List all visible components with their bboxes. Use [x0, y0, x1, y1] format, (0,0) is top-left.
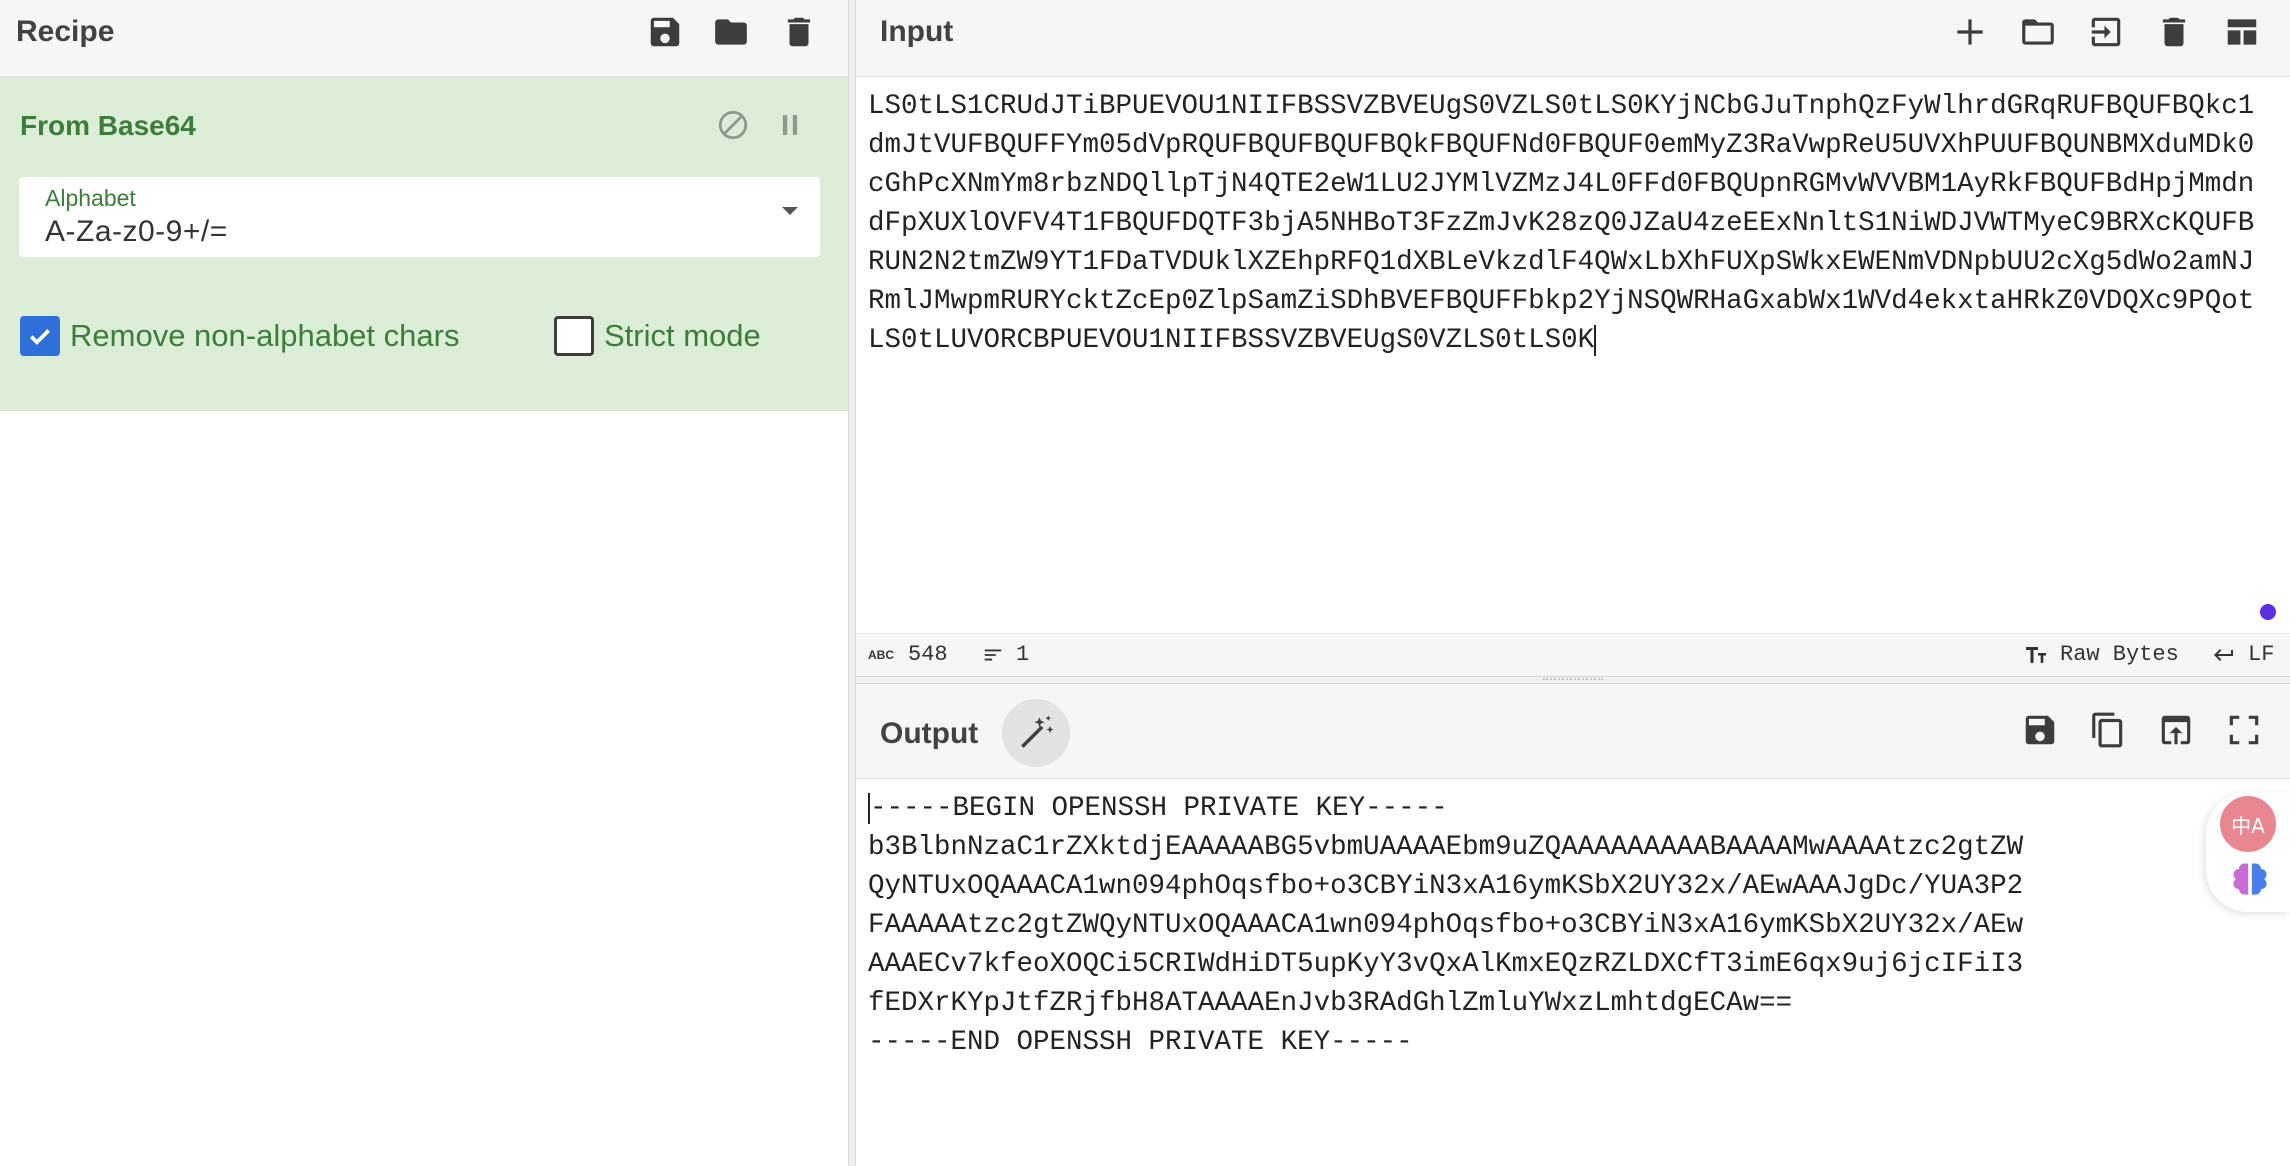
alphabet-value: A-Za-z0-9+/= [45, 215, 228, 248]
output-line: AAAECv7kfeoXOQCi5CRIWdHiDT5upKyY3vQxAlKm… [868, 949, 2024, 980]
input-status-bar: ABC 548 1 Raw Bytes LF [856, 633, 2290, 676]
disable-operation-button[interactable] [713, 105, 753, 145]
plus-icon [1957, 19, 1983, 45]
text-format-icon [2026, 647, 2046, 663]
output-line: QyNTUxOQAAACA1wn094phOqsfbo+o3CBYiN3xA16… [868, 871, 2024, 902]
folder-icon [715, 19, 747, 45]
input-line: RUN2N2tmZW9YT1FDaTVDUklXZEhpRFQ1dXBLeVkz… [868, 247, 2255, 278]
input-line: cGhPcXNmYm8rbzNDQllpTjN4QTE2eW1LU2JYMlVZ… [868, 169, 2255, 200]
operation-from-base64[interactable]: From Base64 Alphabet A-Za-z0-9+/= Remove… [0, 77, 848, 411]
abc-icon: ABC [868, 648, 894, 662]
breakpoint-button[interactable] [770, 105, 810, 145]
magic-button[interactable] [1002, 699, 1070, 767]
alphabet-select[interactable]: Alphabet A-Za-z0-9+/= [19, 177, 820, 257]
brain-icon[interactable] [2228, 858, 2272, 902]
eol-selector[interactable]: LF [2210, 642, 2274, 668]
output-panel: Output -----BEGIN OPENSSH PRIVATE KEY---… [856, 684, 2290, 1166]
maximise-output-button[interactable] [2220, 706, 2268, 754]
length-stat: ABC 548 [868, 642, 948, 668]
output-text: -----BEGIN OPENSSH PRIVATE KEY----- b3Bl… [868, 789, 2023, 1062]
alphabet-label: Alphabet [45, 185, 136, 211]
save-output-button[interactable] [2016, 706, 2064, 754]
trash-icon [787, 17, 811, 47]
add-input-tab-button[interactable] [1946, 8, 1994, 56]
splitter-grip [1543, 678, 1603, 682]
output-line: b3BlbnNzaC1rZXktdjEAAAAABG5vbmUAAAAEbm9u… [868, 832, 2024, 863]
lines-icon [984, 649, 1002, 661]
text-cursor [1594, 325, 1597, 356]
input-textarea[interactable]: LS0tLS1CRUdJTiBPUEVOU1NIIFBSSVZBVEUgS0VZ… [856, 77, 2290, 633]
replace-input-icon [2161, 715, 2191, 745]
lines-value: 1 [1016, 642, 1030, 667]
reset-layout-button[interactable] [2218, 8, 2266, 56]
clear-input-button[interactable] [2150, 8, 2198, 56]
input-panel: Input LS0tLS1CRUdJTiBPUEVOU1NIIFBSSVZBVE… [856, 0, 2290, 676]
layout-icon [2227, 19, 2257, 45]
clear-recipe-button[interactable] [777, 10, 821, 54]
input-text: LS0tLS1CRUdJTiBPUEVOU1NIIFBSSVZBVEUgS0VZ… [868, 87, 2280, 360]
extension-floating-toolbar: 中A [2206, 792, 2290, 912]
length-value: 548 [908, 642, 948, 667]
input-title: Input [880, 15, 954, 48]
copy-output-button[interactable] [2084, 706, 2132, 754]
translate-icon[interactable]: 中A [2220, 796, 2276, 852]
strict-mode-label: Strict mode [604, 318, 761, 353]
output-line: -----END OPENSSH PRIVATE KEY----- [868, 1027, 1413, 1058]
checkbox-checked-icon [20, 316, 60, 356]
open-file-button[interactable] [2082, 8, 2130, 56]
recipe-title: Recipe [16, 15, 115, 48]
input-line: dmJtVUFBQUFFYm05dVpRQUFBQUFBQUFBQkFBQUFN… [868, 130, 2255, 161]
cyberchef-app: Recipe From Base64 Alphabet A-Za-z0-9+/= [0, 0, 2290, 1166]
pause-icon [782, 115, 798, 135]
recipe-panel: Recipe From Base64 Alphabet A-Za-z0-9+/= [0, 0, 848, 1166]
output-line: FAAAAAtzc2gtZWQyNTUxOQAAACA1wn094phOqsfb… [868, 910, 2024, 941]
output-title: Output [880, 717, 979, 750]
disable-icon [718, 110, 748, 140]
return-icon [2214, 649, 2233, 661]
open-folder-button[interactable] [2014, 8, 2062, 56]
output-line: -----BEGIN OPENSSH PRIVATE KEY----- [870, 793, 1448, 824]
remove-non-alphabet-checkbox[interactable]: Remove non-alphabet chars [20, 316, 459, 356]
input-header: Input [856, 0, 2290, 77]
encoding-value: Raw Bytes [2060, 642, 2179, 667]
output-line: fEDXrKYpJtfZRjfbH8ATAAAAEnJvb3RAdGhlZmlu… [868, 988, 1793, 1019]
chevron-down-icon [782, 207, 798, 215]
input-line: RmlJMwpmRURYcktZcEp0ZlpSamZiSDhBVEFBQUFF… [868, 286, 2255, 317]
folder-icon [2022, 19, 2054, 45]
input-line: LS0tLS1CRUdJTiBPUEVOU1NIIFBSSVZBVEUgS0VZ… [868, 91, 2255, 122]
replace-input-button[interactable] [2152, 706, 2200, 754]
encoding-selector[interactable]: Raw Bytes [2022, 642, 2179, 668]
trash-icon [2162, 17, 2186, 47]
import-icon [2091, 17, 2121, 47]
checkbox-unchecked-icon [554, 316, 594, 356]
lines-stat: 1 [980, 642, 1029, 668]
recipe-header: Recipe [0, 0, 848, 77]
input-line: dFpXUXlOVFV4T1FBQUFDQTF3bjA5NHBoT3FzZmJv… [868, 208, 2255, 239]
magic-wand-icon [1021, 715, 1054, 748]
strict-mode-checkbox[interactable]: Strict mode [554, 316, 761, 356]
vertical-splitter[interactable] [848, 0, 856, 1166]
input-line: LS0tLUVORCBPUEVOU1NIIFBSSVZBVEUgS0VZLS0t… [868, 325, 1595, 356]
remove-non-alphabet-label: Remove non-alphabet chars [70, 318, 460, 353]
copy-icon [2092, 712, 2123, 748]
save-icon [650, 17, 680, 47]
operation-title: From Base64 [20, 110, 196, 141]
status-dot-icon [2260, 604, 2276, 620]
save-recipe-button[interactable] [643, 10, 687, 54]
output-header: Output [856, 684, 2290, 779]
load-recipe-button[interactable] [709, 10, 753, 54]
horizontal-splitter[interactable] [856, 676, 2290, 684]
eol-value: LF [2248, 642, 2275, 667]
maximise-icon [2229, 715, 2259, 745]
output-textarea[interactable]: -----BEGIN OPENSSH PRIVATE KEY----- b3Bl… [856, 779, 2290, 1166]
save-icon [2025, 715, 2055, 745]
